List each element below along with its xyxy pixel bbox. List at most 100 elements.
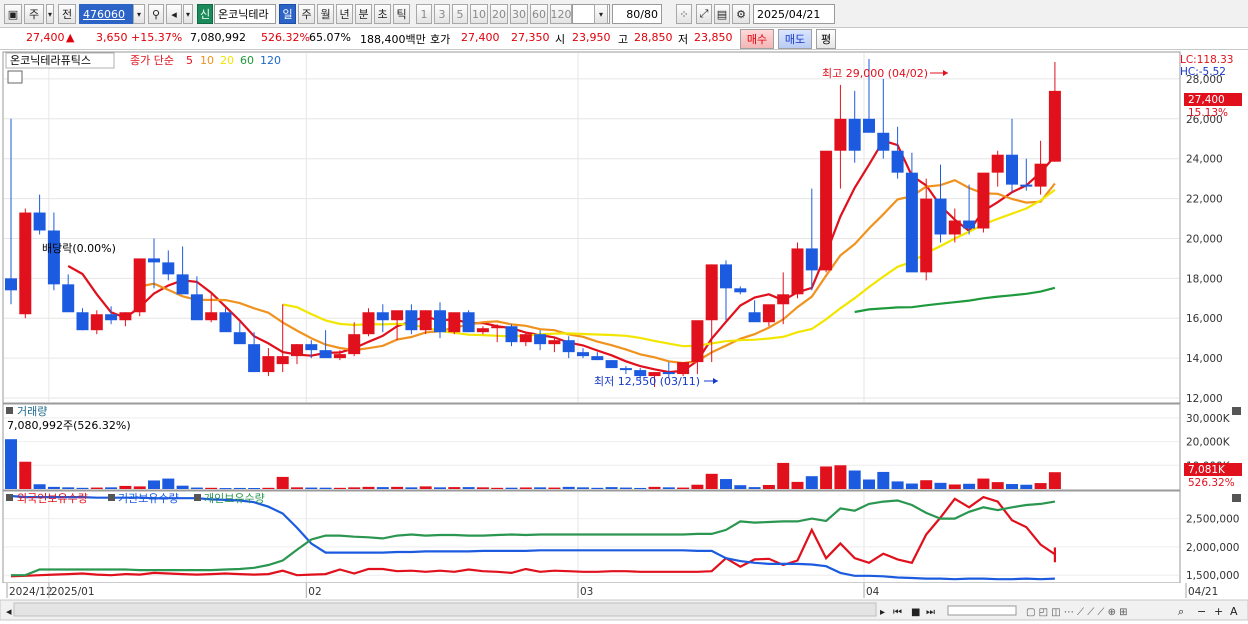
- zoom-in-icon[interactable]: +: [1214, 605, 1223, 618]
- volume-tick-label: 20,000K: [1186, 437, 1231, 449]
- stock-code-input[interactable]: 476060: [79, 4, 133, 24]
- volume-bar: [534, 487, 547, 489]
- open-label: 시: [555, 33, 566, 46]
- volume-bar: [720, 479, 732, 489]
- grid-toggle-icon[interactable]: [7, 70, 23, 84]
- volume-bar: [391, 486, 404, 489]
- candle-body: [419, 310, 432, 331]
- stop-icon[interactable]: ■: [911, 607, 920, 618]
- tool-icons[interactable]: ▢ ◰ ◫ ⋯ ⟋ ⟋ ⟋ ⊕ ⊞: [1026, 607, 1128, 618]
- volume-bar: [47, 486, 60, 489]
- holding-marker-icon: [6, 494, 13, 501]
- volume-bar: [691, 484, 704, 489]
- x-tick-label: 03: [580, 586, 593, 598]
- prev-button[interactable]: 전: [58, 4, 76, 24]
- minute-button-7[interactable]: 120: [550, 4, 572, 24]
- volume-bar: [90, 487, 103, 489]
- compare-icon[interactable]: ⁘: [676, 4, 692, 24]
- volume-bar: [1048, 472, 1061, 489]
- candle-body: [1006, 154, 1018, 185]
- unit-dropdown-icon[interactable]: ▾: [594, 4, 608, 24]
- minute-button-3[interactable]: 10: [470, 4, 488, 24]
- ma-20-label: 20: [220, 54, 234, 67]
- scroll-left-icon[interactable]: ◂: [6, 605, 12, 618]
- avg-button[interactable]: 평: [816, 29, 836, 49]
- settings-gear-icon[interactable]: ⚙: [732, 4, 750, 24]
- volume-bar: [991, 482, 1004, 489]
- candle-body: [305, 344, 318, 351]
- period-button-4[interactable]: 분: [355, 4, 372, 24]
- minute-button-1[interactable]: 3: [434, 4, 450, 24]
- auto-scale-icon[interactable]: A: [1230, 605, 1238, 618]
- candle-body: [848, 118, 861, 151]
- volume-bar: [434, 487, 446, 489]
- volume-bar: [162, 478, 175, 489]
- scroll-right-icon[interactable]: ▸: [880, 607, 885, 618]
- volume-bar: [133, 486, 146, 489]
- candle-body: [891, 150, 904, 173]
- candle-body: [605, 360, 618, 369]
- forward-icon[interactable]: ⏭: [926, 607, 935, 618]
- chart-svg[interactable]: 12,000 14,000 16,000 18,000 20,000 22,000 24,0…: [0, 50, 1248, 621]
- volume-bar: [805, 476, 818, 489]
- period-button-2[interactable]: 월: [317, 4, 334, 24]
- candle-body: [219, 312, 232, 333]
- magnify-icon[interactable]: ⌕: [1178, 605, 1184, 618]
- candle-body: [877, 132, 890, 151]
- volume-bar: [777, 462, 790, 489]
- date-field[interactable]: 2025/04/21: [753, 4, 835, 24]
- window-menu-icon[interactable]: ▣: [4, 4, 22, 24]
- volume-bar: [233, 487, 246, 489]
- candle-body: [562, 340, 575, 353]
- x-tick-label: 2025/01: [51, 586, 95, 598]
- volume-bar: [62, 487, 75, 489]
- holding-tick-label: 2,000,000: [1186, 542, 1239, 554]
- period-button-6[interactable]: 틱: [393, 4, 410, 24]
- period-button-5[interactable]: 초: [374, 4, 391, 24]
- candle-body: [405, 310, 418, 331]
- legend-inst-marker: [108, 494, 115, 501]
- candle-body: [677, 362, 690, 375]
- buy-button[interactable]: 매수: [740, 29, 774, 49]
- rewind-icon[interactable]: ⏮: [893, 607, 902, 618]
- minute-button-5[interactable]: 30: [510, 4, 528, 24]
- candle-body: [248, 344, 261, 373]
- scroll-track[interactable]: [13, 602, 877, 617]
- draw-icon[interactable]: ⤢: [696, 4, 712, 24]
- period-button-0[interactable]: 일: [279, 4, 296, 24]
- candle-body: [705, 264, 718, 321]
- price-tick-label: 20,000: [1186, 233, 1223, 245]
- search-icon[interactable]: ⚲: [148, 4, 164, 24]
- minute-button-0[interactable]: 1: [416, 4, 432, 24]
- market-dropdown-icon[interactable]: ▾: [46, 4, 54, 24]
- candle-body: [662, 372, 675, 375]
- volume-panel-close-icon[interactable]: [1232, 407, 1241, 415]
- sound-icon[interactable]: ◂: [166, 4, 182, 24]
- volume-bar: [662, 487, 675, 489]
- minute-button-6[interactable]: 60: [530, 4, 548, 24]
- volume-pct-text: 526.32%: [1188, 477, 1235, 489]
- zoom-out-icon[interactable]: −: [1197, 605, 1206, 618]
- volume-tag-text: 7,081K: [1188, 464, 1226, 476]
- period-button-1[interactable]: 주: [298, 4, 315, 24]
- legend-indiv-marker: [194, 494, 201, 501]
- volume-bar: [491, 487, 504, 489]
- high-annotation: 최고 29,000 (04/02): [822, 67, 928, 80]
- holding-panel-close-icon[interactable]: [1232, 494, 1241, 502]
- minute-button-4[interactable]: 20: [490, 4, 508, 24]
- volume-bar: [276, 476, 289, 489]
- sound-dropdown-icon[interactable]: ▾: [183, 4, 193, 24]
- legend-institution: 기관보유수량: [118, 492, 179, 505]
- candle-body: [376, 312, 389, 321]
- zoom-slider[interactable]: [947, 605, 1017, 616]
- period-button-3[interactable]: 년: [336, 4, 353, 24]
- sell-button[interactable]: 매도: [778, 29, 812, 49]
- count-field[interactable]: 80/80: [612, 4, 662, 24]
- minute-button-2[interactable]: 5: [452, 4, 468, 24]
- chart-area[interactable]: 12,000 14,000 16,000 18,000 20,000 22,000 24,0…: [0, 50, 1248, 621]
- code-dropdown-icon[interactable]: ▾: [133, 4, 145, 24]
- candle-body: [619, 368, 632, 371]
- market-selector[interactable]: 주: [24, 4, 44, 24]
- save-icon[interactable]: ▤: [714, 4, 730, 24]
- stock-name-field[interactable]: 온코닉테라: [214, 4, 276, 24]
